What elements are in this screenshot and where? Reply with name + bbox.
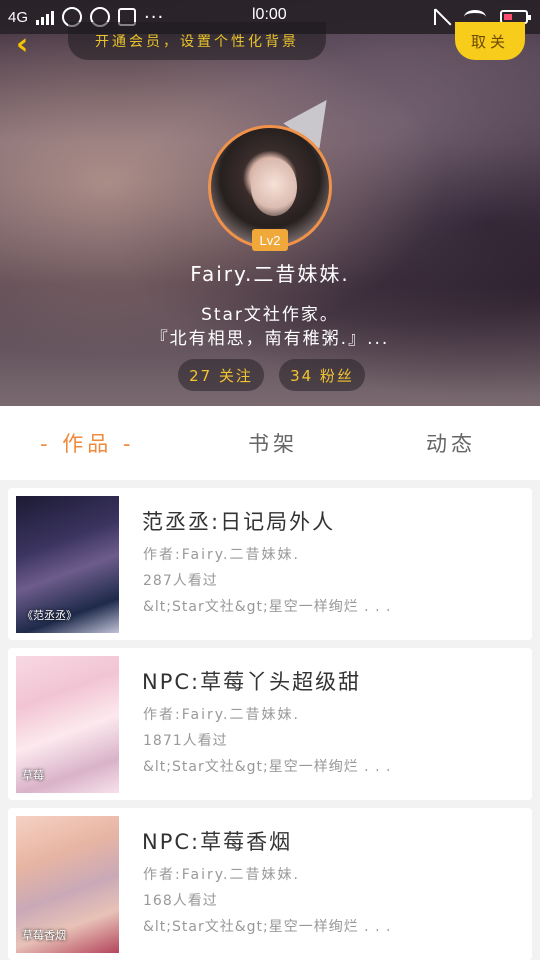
book-cover: 《范丞丞》 <box>16 496 119 633</box>
book-description: &lt;Star文社&gt;星空一样绚烂 . . . <box>143 759 392 775</box>
cover-text: 草莓香烟 <box>22 929 66 942</box>
book-author: 作者:Fairy.二昔妹妹. <box>143 867 300 883</box>
cover-text: 草莓 <box>22 769 44 782</box>
cover-text: 《范丞丞》 <box>22 609 77 622</box>
bio-line-1: Star文社作家。 <box>201 305 339 325</box>
book-views: 287人看过 <box>143 573 218 589</box>
book-title: NPC:草莓香烟 <box>142 830 293 854</box>
book-author: 作者:Fairy.二昔妹妹. <box>143 547 300 563</box>
book-description: &lt;Star文社&gt;星空一样绚烂 . . . <box>143 919 392 935</box>
username: Fairy.二昔妹妹. <box>190 262 350 286</box>
tab-activity[interactable]: 动态 <box>426 406 476 480</box>
book-cover: 草莓 <box>16 656 119 793</box>
profile-tabs: - 作品 - 书架 动态 <box>0 406 540 480</box>
book-cover: 草莓香烟 <box>16 816 119 953</box>
tab-bookshelf[interactable]: 书架 <box>248 406 298 480</box>
list-item[interactable]: 草莓 NPC:草莓丫头超级甜 作者:Fairy.二昔妹妹. 1871人看过 &l… <box>8 648 532 800</box>
list-item[interactable]: 《范丞丞》 范丞丞:日记局外人 作者:Fairy.二昔妹妹. 287人看过 &l… <box>8 488 532 640</box>
book-views: 168人看过 <box>143 893 218 909</box>
list-item[interactable]: 草莓香烟 NPC:草莓香烟 作者:Fairy.二昔妹妹. 168人看过 &lt;… <box>8 808 532 960</box>
bio-line-2: 『北有相思，南有稚粥.』... <box>150 329 390 349</box>
fans-count[interactable]: 34 粉丝 <box>279 359 365 391</box>
following-count[interactable]: 27 关注 <box>178 359 264 391</box>
chevron-left-icon: ‹ <box>16 27 29 62</box>
book-views: 1871人看过 <box>143 733 228 749</box>
book-title: NPC:草莓丫头超级甜 <box>142 670 362 694</box>
vip-banner[interactable]: 开通会员，设置个性化背景 <box>68 22 326 60</box>
book-author: 作者:Fairy.二昔妹妹. <box>143 707 300 723</box>
unfollow-button[interactable]: 取关 <box>455 22 525 60</box>
book-title: 范丞丞:日记局外人 <box>142 510 336 534</box>
tab-works[interactable]: - 作品 - <box>40 406 135 480</box>
level-badge: Lv2 <box>252 229 288 251</box>
mute-icon <box>434 9 450 25</box>
book-description: &lt;Star文社&gt;星空一样绚烂 . . . <box>143 599 392 615</box>
back-button[interactable]: ‹ <box>16 30 44 60</box>
signal-icon <box>36 9 55 25</box>
network-type: 4G <box>8 8 29 26</box>
